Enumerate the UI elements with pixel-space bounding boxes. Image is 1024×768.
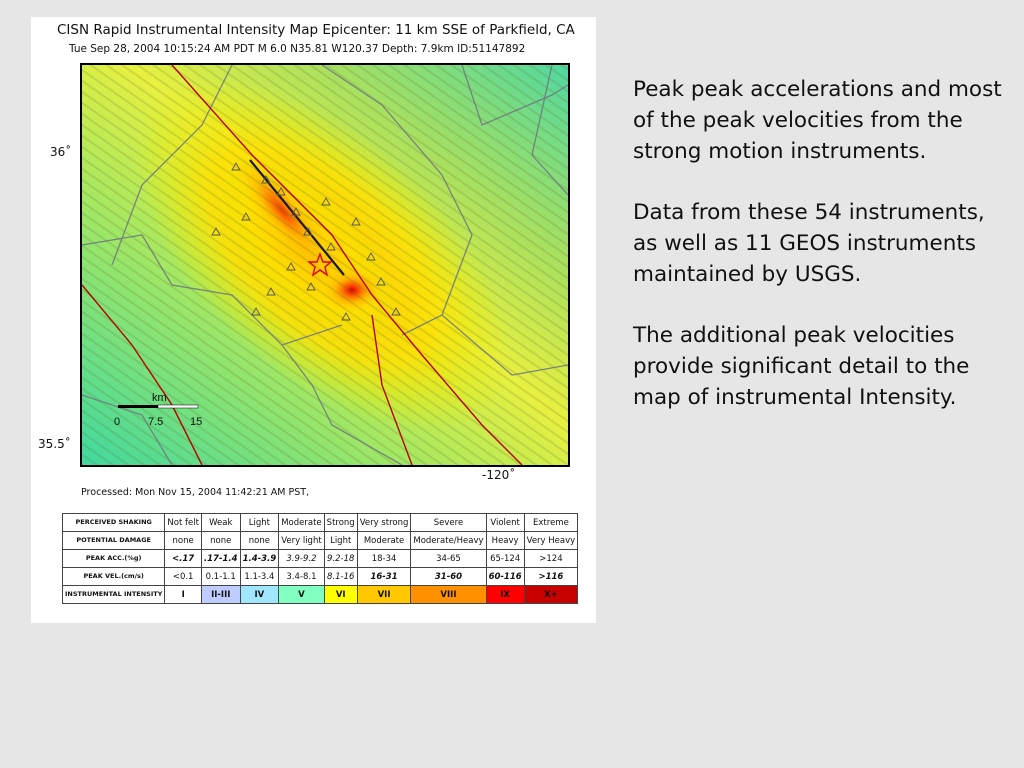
legend-cell: Very Heavy [523,531,579,550]
legend-row-label: PEAK ACC.(%g) [61,549,166,568]
legend-cell: 1.4-3.9 [239,549,280,568]
legend-cell: 65-124 [485,549,525,568]
legend-row-acc: PEAK ACC.(%g) <.17 .17-1.4 1.4-3.9 3.9-9… [61,549,579,568]
legend-cell: 60-116 [485,567,525,586]
legend-cell: 18-34 [356,549,412,568]
legend-cell: >124 [523,549,579,568]
legend-cell: >116 [523,567,579,586]
legend-cell: 34-65 [410,549,487,568]
legend-cell: none [164,531,202,550]
legend-intensity-cell: VII [356,585,412,604]
legend-cell: Not felt [164,513,202,532]
scale-tick-2: 15 [190,416,202,428]
legend-cell: 9.2-18 [323,549,358,568]
legend-cell: Light [239,513,280,532]
legend-cell: Moderate [356,531,412,550]
legend-cell: <0.1 [164,567,202,586]
legend-row-vel: PEAK VEL.(cm/s) <0.1 0.1-1.1 1.1-3.4 3.4… [61,567,579,586]
note-paragraph-3: The additional peak velocities provide s… [633,323,970,410]
processed-timestamp: Processed: Mon Nov 15, 2004 11:42:21 AM … [81,487,310,498]
slide-notes: Peak peak accelerations and most of the … [633,74,1003,443]
intensity-map: km 0 7.5 15 [80,63,570,467]
intensity-map-graphic: km 0 7.5 15 [82,65,568,465]
legend-cell: none [239,531,280,550]
legend-intensity-cell: VIII [410,585,487,604]
legend-intensity-cell: I [164,585,202,604]
legend-row-label: PEAK VEL.(cm/s) [61,567,166,586]
legend-intensity-cell: X+ [523,585,579,604]
legend-cell: Moderate/Heavy [410,531,487,550]
legend-cell: Weak [200,513,241,532]
scale-tick-1: 7.5 [148,416,163,428]
legend-row-intensity: INSTRUMENTAL INTENSITY I II-III IV V VI … [61,585,579,604]
legend-cell: Light [323,531,358,550]
legend-intensity-cell: V [278,585,325,604]
legend-cell: Extreme [523,513,579,532]
legend-cell: <.17 [164,549,202,568]
legend-intensity-cell: II-III [200,585,241,604]
legend-cell: Moderate [278,513,325,532]
legend-intensity-cell: IX [485,585,525,604]
lat-label-bottom: 35.5˚ [38,437,71,451]
lat-label-top: 36˚ [50,145,72,159]
legend-cell: 16-31 [356,567,412,586]
legend-cell: Violent [485,513,525,532]
legend-cell: Very light [278,531,325,550]
note-paragraph-2: Data from these 54 instruments, as well … [633,200,985,287]
legend-cell: 31-60 [410,567,487,586]
shakemap-figure: CISN Rapid Instrumental Intensity Map Ep… [31,17,596,623]
legend-row-label: INSTRUMENTAL INTENSITY [61,585,166,604]
legend-cell: none [200,531,241,550]
legend-cell: 8.1-16 [323,567,358,586]
legend-row-label: PERCEIVED SHAKING [61,513,166,532]
map-subtitle: Tue Sep 28, 2004 10:15:24 AM PDT M 6.0 N… [69,43,526,55]
note-paragraph-1: Peak peak accelerations and most of the … [633,77,1002,164]
legend-cell: 0.1-1.1 [200,567,241,586]
legend-intensity-cell: VI [323,585,358,604]
legend-intensity-cell: IV [239,585,280,604]
legend-cell: 3.9-9.2 [278,549,325,568]
legend-cell: .17-1.4 [200,549,241,568]
legend-cell: 3.4-8.1 [278,567,325,586]
map-title: CISN Rapid Instrumental Intensity Map Ep… [57,22,575,38]
legend-cell: 1.1-3.4 [239,567,280,586]
legend-row-shaking: PERCEIVED SHAKING Not felt Weak Light Mo… [61,513,579,532]
legend-cell: Strong [323,513,358,532]
scale-tick-0: 0 [114,416,120,428]
scale-unit: km [152,392,167,404]
legend-cell: Very strong [356,513,412,532]
legend-row-label: POTENTIAL DAMAGE [61,531,166,550]
legend-row-damage: POTENTIAL DAMAGE none none none Very lig… [61,531,579,550]
intensity-legend: PERCEIVED SHAKING Not felt Weak Light Mo… [61,513,579,604]
legend-cell: Severe [410,513,487,532]
lon-label: -120˚ [482,468,516,482]
legend-cell: Heavy [485,531,525,550]
